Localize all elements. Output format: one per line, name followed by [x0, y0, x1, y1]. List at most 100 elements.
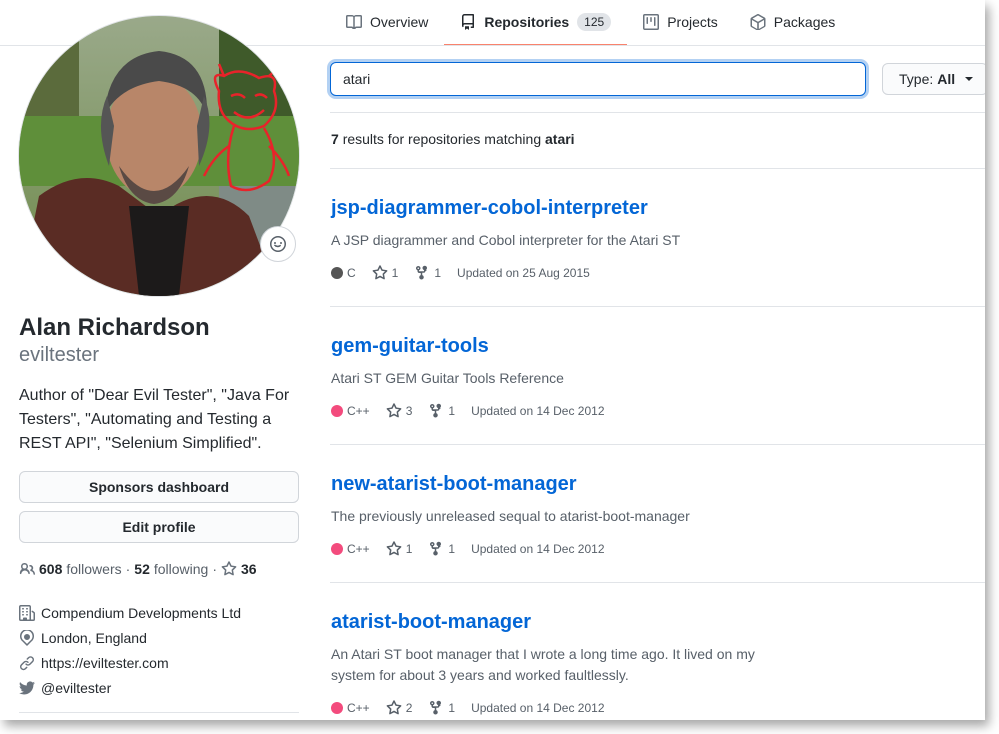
forks-count: 1 — [448, 701, 456, 715]
repo-forks-link[interactable]: 1 — [414, 265, 441, 281]
location-text: London, England — [41, 629, 147, 646]
tab-label: Overview — [370, 14, 429, 30]
tab-packages[interactable]: Packages — [734, 0, 851, 46]
stars-link[interactable]: 36 — [221, 561, 257, 577]
repo-meta: C++ 1 1 Updated on 14 Dec 2012 — [331, 541, 971, 557]
tab-overview[interactable]: Overview — [330, 0, 444, 46]
type-filter-value: All — [937, 71, 956, 87]
repo-language: C++ — [331, 542, 370, 556]
company-item: Compendium Developments Ltd — [19, 600, 241, 625]
repo-updated: Updated on 25 Aug 2015 — [457, 266, 590, 280]
type-filter-label: Type: — [899, 71, 934, 87]
repo-description: Atari ST GEM Guitar Tools Reference — [331, 370, 564, 386]
language-name: C++ — [347, 701, 370, 715]
repo-language: C — [331, 266, 356, 280]
repo-count-badge: 125 — [577, 13, 612, 31]
repo-name-link[interactable]: atarist-boot-manager — [331, 611, 971, 634]
followers-label: followers — [66, 561, 122, 577]
profile-tabs: Overview Repositories 125 Projects Packa… — [330, 0, 851, 46]
repo-language: C++ — [331, 404, 370, 418]
tab-label: Repositories — [484, 14, 570, 30]
repo-stars-link[interactable]: 1 — [372, 265, 399, 281]
following-label: following — [153, 561, 209, 577]
profile-fullname: Alan Richardson — [19, 314, 210, 341]
language-color-dot — [331, 405, 343, 417]
repo-icon — [462, 14, 475, 30]
repo-updated: Updated on 14 Dec 2012 — [471, 404, 605, 418]
edit-profile-button[interactable]: Edit profile — [19, 511, 299, 543]
tab-projects[interactable]: Projects — [627, 0, 734, 46]
twitter-item[interactable]: @eviltester — [19, 675, 241, 700]
type-filter-dropdown[interactable]: Type: All — [882, 63, 985, 95]
repo-list-item: new-atarist-boot-manager The previously … — [331, 473, 971, 557]
forks-count: 1 — [448, 404, 456, 418]
following-link[interactable]: 52 following — [134, 561, 208, 577]
repo-meta: C++ 2 1 Updated on 14 Dec 2012 — [331, 700, 971, 716]
followers-link[interactable]: 608 followers — [19, 561, 122, 577]
language-name: C++ — [347, 542, 370, 556]
star-icon — [386, 403, 402, 418]
star-icon — [221, 561, 237, 576]
repo-list-item: gem-guitar-tools Atari ST GEM Guitar Too… — [331, 335, 971, 419]
results-summary: 7 results for repositories matching atar… — [331, 131, 575, 147]
book-icon — [346, 14, 362, 29]
stars-count: 3 — [405, 404, 413, 418]
language-name: C — [347, 266, 356, 280]
repo-description: An Atari ST boot manager that I wrote a … — [331, 646, 755, 683]
fork-icon — [416, 265, 428, 280]
repo-forks-link[interactable]: 1 — [428, 541, 455, 557]
twitter-handle[interactable]: @eviltester — [41, 680, 111, 696]
profile-bio: Author of "Dear Evil Tester", "Java For … — [19, 387, 290, 452]
fork-icon — [430, 700, 442, 715]
repo-stars-link[interactable]: 3 — [386, 403, 413, 419]
star-icon — [386, 541, 402, 556]
repo-list-item: jsp-diagrammer-cobol-interpreter A JSP d… — [331, 197, 971, 281]
repo-forks-link[interactable]: 1 — [428, 403, 455, 419]
twitter-icon — [19, 680, 35, 694]
set-status-button[interactable] — [260, 226, 296, 262]
fork-icon — [430, 403, 442, 418]
profile-page: Overview Repositories 125 Projects Packa… — [0, 0, 985, 720]
organization-icon — [19, 604, 35, 621]
tab-label: Packages — [773, 14, 836, 30]
repo-stars-link[interactable]: 1 — [386, 541, 413, 557]
language-color-dot — [331, 543, 343, 555]
stars-count: 36 — [241, 561, 257, 577]
forks-count: 1 — [448, 542, 456, 556]
sponsors-dashboard-button[interactable]: Sponsors dashboard — [19, 471, 299, 503]
company-text: Compendium Developments Ltd — [41, 604, 241, 621]
repo-name-link[interactable]: new-atarist-boot-manager — [331, 473, 971, 496]
language-name: C++ — [347, 404, 370, 418]
sidebar-divider — [19, 712, 299, 713]
stars-count: 1 — [391, 266, 399, 280]
repo-forks-link[interactable]: 1 — [428, 700, 455, 716]
results-query: atari — [545, 131, 575, 147]
follow-stats: 608 followers · 52 following · 36 — [19, 561, 257, 577]
link-icon — [20, 655, 35, 670]
results-count: 7 — [331, 131, 339, 147]
followers-count: 608 — [39, 561, 63, 577]
star-icon — [372, 265, 388, 280]
repo-stars-link[interactable]: 2 — [386, 700, 412, 716]
tab-repositories[interactable]: Repositories 125 — [444, 0, 628, 46]
forks-count: 1 — [434, 266, 442, 280]
website-item[interactable]: https://eviltester.com — [19, 650, 241, 675]
repo-updated: Updated on 14 Dec 2012 — [471, 542, 605, 556]
repo-meta: C++ 3 1 Updated on 14 Dec 2012 — [331, 403, 971, 419]
star-icon — [386, 700, 402, 715]
people-icon — [19, 563, 35, 575]
repo-search-input[interactable] — [330, 62, 866, 96]
tab-label: Projects — [667, 14, 718, 30]
divider — [330, 582, 985, 583]
location-item: London, England — [19, 625, 241, 650]
repo-name-link[interactable]: jsp-diagrammer-cobol-interpreter — [331, 197, 971, 220]
website-link[interactable]: https://eviltester.com — [41, 655, 169, 671]
package-icon — [750, 14, 766, 30]
following-count: 52 — [134, 561, 150, 577]
avatar[interactable] — [19, 16, 299, 296]
stars-count: 1 — [405, 542, 413, 556]
repo-updated: Updated on 14 Dec 2012 — [471, 701, 605, 715]
divider — [330, 306, 985, 307]
fork-icon — [430, 541, 442, 556]
repo-name-link[interactable]: gem-guitar-tools — [331, 335, 971, 358]
